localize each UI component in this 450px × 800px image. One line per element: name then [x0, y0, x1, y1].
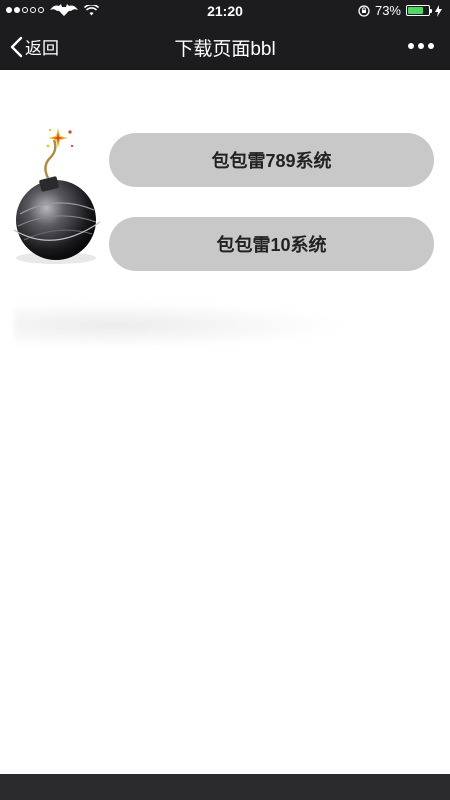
rotation-lock-icon: [358, 4, 370, 17]
battery-percent: 73%: [374, 3, 401, 18]
chevron-left-icon: [10, 36, 23, 57]
download-10-system-button[interactable]: 包包雷10系统: [109, 217, 434, 271]
status-bar: 21:20 73%: [0, 0, 450, 22]
status-right: 73%: [358, 3, 442, 18]
download-789-system-button[interactable]: 包包雷789系统: [109, 133, 434, 187]
faded-decoration: [14, 302, 344, 348]
more-button[interactable]: [406, 34, 436, 58]
main-content: 包包雷789系统 包包雷10系统: [0, 70, 450, 774]
bottom-bar: [0, 774, 450, 800]
page-title: 下载页面bbl: [174, 39, 276, 60]
charging-bolt-icon: [435, 4, 442, 17]
ellipsis-icon: [408, 43, 414, 49]
back-button[interactable]: 返回: [10, 34, 59, 59]
back-label: 返回: [25, 39, 59, 58]
battery-icon: [406, 5, 432, 16]
bomb-icon: [13, 128, 101, 264]
navigation-bar: 返回 下载页面bbl: [0, 22, 450, 70]
battery-level-fill: [408, 7, 423, 14]
